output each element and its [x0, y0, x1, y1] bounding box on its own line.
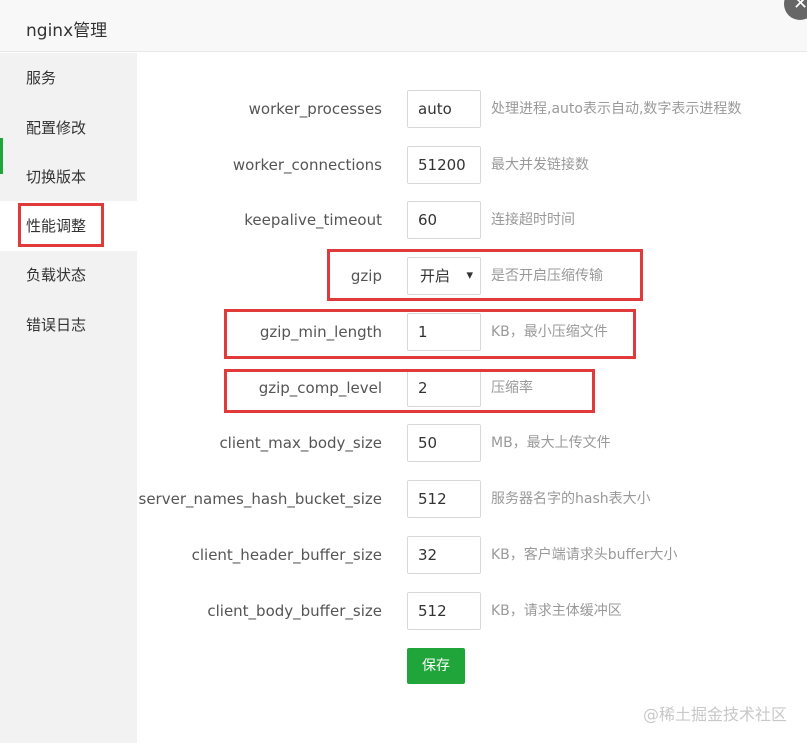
setting-help: 最大并发链接数 [491, 157, 589, 173]
server-names-hash-bucket-size-input[interactable]: 512 [407, 480, 481, 518]
setting-label: client_body_buffer_size [207, 602, 382, 620]
keepalive-timeout-input[interactable]: 60 [407, 201, 481, 239]
gzip-comp-level-highlight-box [224, 369, 595, 413]
setting-row: keepalive_timeout 60 连接超时时间 [137, 201, 807, 239]
sidebar: 服务 配置修改 切换版本 性能调整 负载状态 错误日志 [0, 53, 137, 743]
setting-label: server_names_hash_bucket_size [138, 490, 382, 508]
gzip-highlight-box [327, 249, 643, 301]
setting-row: client_max_body_size 50 MB，最大上传文件 [137, 424, 807, 462]
worker-connections-input[interactable]: 51200 [407, 146, 481, 184]
setting-label: client_header_buffer_size [191, 546, 382, 564]
setting-row: client_header_buffer_size 32 KB，客户端请求头bu… [137, 536, 807, 574]
watermark: @稀土掘金技术社区 [642, 705, 787, 724]
setting-row: server_names_hash_bucket_size 512 服务器名字的… [137, 480, 807, 518]
client-max-body-size-input[interactable]: 50 [407, 424, 481, 462]
setting-label: keepalive_timeout [244, 211, 382, 229]
gzip-min-length-highlight-box [224, 309, 636, 359]
sidebar-item-error-log[interactable]: 错误日志 [0, 300, 137, 350]
dialog-title-bar: nginx管理 [0, 0, 807, 52]
setting-help: KB，请求主体缓冲区 [491, 603, 622, 619]
setting-help: 服务器名字的hash表大小 [491, 491, 651, 507]
setting-help: MB，最大上传文件 [491, 435, 611, 451]
setting-label: worker_processes [248, 100, 382, 118]
performance-settings-panel: worker_processes auto 处理进程,auto表示自动,数字表示… [137, 53, 807, 743]
setting-help: KB，客户端请求头buffer大小 [491, 547, 678, 563]
setting-row: worker_connections 51200 最大并发链接数 [137, 146, 807, 184]
client-header-buffer-size-input[interactable]: 32 [407, 536, 481, 574]
setting-help: 连接超时时间 [491, 212, 575, 228]
setting-row: worker_processes auto 处理进程,auto表示自动,数字表示… [137, 90, 807, 128]
sidebar-item-load-status[interactable]: 负载状态 [0, 250, 137, 300]
sidebar-item-service[interactable]: 服务 [0, 53, 137, 103]
active-item-highlight-box [18, 203, 104, 247]
setting-label: client_max_body_size [219, 434, 382, 452]
save-button[interactable]: 保存 [407, 648, 465, 684]
setting-label: worker_connections [232, 156, 382, 174]
dialog-title: nginx管理 [26, 21, 108, 41]
nginx-manager-dialog: nginx管理 ✕ 服务 配置修改 切换版本 性能调整 负载状态 错误日志 wo… [0, 0, 807, 743]
sidebar-item-switch-version[interactable]: 切换版本 [0, 152, 137, 202]
client-body-buffer-size-input[interactable]: 512 [407, 592, 481, 630]
setting-help: 处理进程,auto表示自动,数字表示进程数 [491, 101, 742, 117]
setting-row: client_body_buffer_size 512 KB，请求主体缓冲区 [137, 592, 807, 630]
sidebar-item-config[interactable]: 配置修改 [0, 103, 137, 153]
worker-processes-input[interactable]: auto [407, 90, 481, 128]
